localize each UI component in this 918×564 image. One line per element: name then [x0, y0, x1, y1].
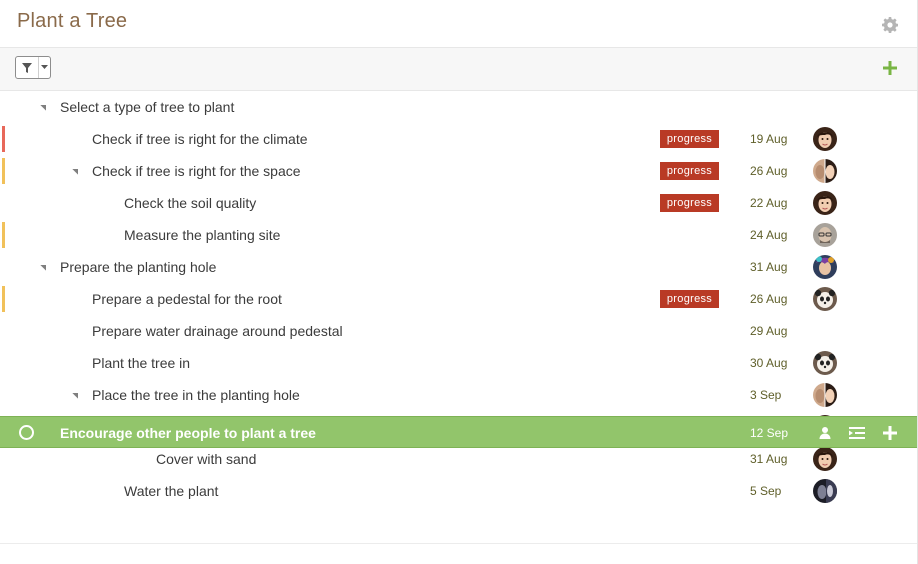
task-date[interactable]: 26 Aug — [750, 292, 787, 306]
task-label: Measure the planting site — [124, 227, 281, 243]
indent-icon[interactable] — [849, 426, 865, 440]
assignee-avatar[interactable] — [813, 255, 837, 279]
collapse-toggle-icon[interactable] — [72, 387, 84, 399]
filter-icon — [16, 57, 39, 78]
filter-button[interactable] — [15, 56, 51, 79]
status-circle-icon[interactable] — [19, 425, 34, 440]
task-row[interactable]: Plant the tree in 30 Aug — [0, 347, 917, 379]
task-row[interactable]: Prepare water drainage around pedestal 29… — [0, 315, 917, 347]
assignee-avatar[interactable] — [813, 351, 837, 375]
task-row[interactable]: Measure the planting site 24 Aug — [0, 219, 917, 251]
task-label: Cover with sand — [156, 451, 257, 467]
priority-marker — [2, 222, 5, 248]
status-badge[interactable]: progress — [660, 130, 719, 148]
assignee-avatar[interactable] — [813, 383, 837, 407]
header: Plant a Tree — [0, 0, 917, 48]
task-label: Plant the tree in — [92, 355, 191, 371]
task-label: Water the plant — [124, 483, 219, 499]
caret-down-icon — [39, 57, 50, 78]
task-label: Place the tree in the planting hole — [92, 387, 300, 403]
task-label: Check the soil quality — [124, 195, 257, 211]
task-row[interactable]: Prepare the planting hole 31 Aug — [0, 251, 917, 283]
assignee-avatar[interactable] — [813, 127, 837, 151]
task-date[interactable]: 3 Sep — [750, 388, 781, 402]
task-label: Encourage other people to plant a tree — [60, 425, 316, 441]
assignee-avatar[interactable] — [813, 223, 837, 247]
task-row[interactable]: Prepare a pedestal for the root progress 2… — [0, 283, 917, 315]
task-label: Prepare the planting hole — [60, 259, 217, 275]
task-date: 12 Sep — [750, 426, 789, 440]
status-badge[interactable]: progress — [660, 290, 719, 308]
task-row[interactable]: Select a type of tree to plant — [0, 91, 917, 123]
assignee-avatar[interactable] — [813, 479, 837, 503]
task-row[interactable]: Check if tree is right for the climate pr… — [0, 123, 917, 155]
status-badge[interactable]: progress — [660, 162, 719, 180]
assignee-avatar[interactable] — [813, 447, 837, 471]
collapse-toggle-icon[interactable] — [40, 259, 52, 271]
page-title: Plant a Tree — [17, 10, 128, 32]
task-label: Prepare water drainage around pedestal — [92, 323, 343, 339]
task-label: Prepare a pedestal for the root — [92, 291, 282, 307]
task-date[interactable]: 29 Aug — [750, 324, 787, 338]
gear-icon[interactable] — [882, 17, 898, 33]
task-label: Check if tree is right for the space — [92, 163, 301, 179]
assignee-avatar[interactable] — [813, 191, 837, 215]
task-label: Select a type of tree to plant — [60, 99, 235, 115]
task-date[interactable]: 31 Aug — [750, 452, 787, 466]
collapse-toggle-icon[interactable] — [72, 163, 84, 175]
app-window: Plant a Tree Select a type of tree to pl… — [0, 0, 918, 564]
collapse-toggle-icon[interactable] — [40, 99, 52, 111]
task-date[interactable]: 22 Aug — [750, 196, 787, 210]
priority-marker — [2, 158, 5, 184]
task-row[interactable]: Check if tree is right for the space prog… — [0, 155, 917, 187]
status-badge[interactable]: progress — [660, 194, 719, 212]
task-date[interactable]: 31 Aug — [750, 260, 787, 274]
task-row[interactable]: Check the soil quality progress 22 Aug — [0, 187, 917, 219]
task-label: Check if tree is right for the climate — [92, 131, 308, 147]
task-row[interactable]: Place the tree in the planting hole 3 Sep — [0, 379, 917, 411]
task-date[interactable]: 19 Aug — [750, 132, 787, 146]
add-task-button[interactable] — [883, 61, 897, 75]
task-date[interactable]: 26 Aug — [750, 164, 787, 178]
priority-marker — [2, 126, 5, 152]
task-date[interactable]: 30 Aug — [750, 356, 787, 370]
task-date[interactable]: 24 Aug — [750, 228, 787, 242]
task-date[interactable]: 5 Sep — [750, 484, 781, 498]
toolbar — [0, 48, 917, 91]
task-row[interactable]: Water the plant 5 Sep — [0, 475, 917, 507]
divider — [0, 543, 917, 544]
assignee-avatar[interactable] — [813, 159, 837, 183]
person-icon[interactable] — [818, 426, 832, 440]
plus-icon[interactable] — [883, 426, 897, 440]
priority-marker — [2, 286, 5, 312]
active-task-row[interactable]: Encourage other people to plant a tree 1… — [0, 416, 917, 448]
assignee-avatar[interactable] — [813, 287, 837, 311]
